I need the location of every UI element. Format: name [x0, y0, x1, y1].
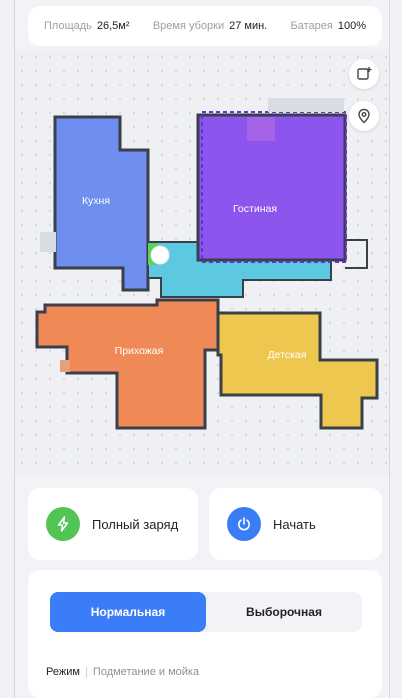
lightning-icon	[57, 516, 69, 532]
living-inner-zone	[247, 117, 275, 141]
mode-key: Режим	[46, 666, 80, 678]
start-button[interactable]: Начать	[209, 488, 382, 560]
time-value: 27 мин.	[229, 20, 268, 32]
room-label-hallway: Прихожая	[115, 345, 164, 357]
room-label-living: Гостиная	[233, 203, 277, 215]
time-label: Время уборки	[152, 20, 225, 32]
add-zone-button[interactable]	[349, 59, 379, 89]
room-label-kids: Детская	[268, 349, 307, 361]
living-top-grey	[268, 98, 344, 112]
mode-segmented-control: Нормальная Выборочная	[50, 592, 362, 632]
room-kids[interactable]	[216, 311, 379, 430]
time-stat: Время уборки 27 мин.	[153, 20, 267, 32]
mode-divider	[85, 666, 87, 678]
mode-value: Подметание и мойка	[92, 666, 200, 678]
location-pin-icon	[358, 108, 370, 124]
power-icon	[227, 507, 261, 541]
locate-button[interactable]	[349, 101, 379, 131]
tab-selective[interactable]: Выборочная	[206, 592, 362, 632]
cleaning-map[interactable]: Кухня Гостиная Прихожая Детская	[15, 50, 389, 476]
kitchen-stub	[40, 232, 56, 252]
hallway-stub	[60, 360, 70, 372]
add-zone-icon	[357, 67, 372, 80]
battery-value: 100%	[337, 20, 366, 32]
room-label-kitchen: Кухня	[82, 195, 110, 207]
floor-plan: Кухня Гостиная Прихожая Детская	[35, 98, 379, 430]
area-value: 26,5м²	[96, 20, 130, 32]
full-charge-button[interactable]: Полный заряд	[28, 488, 198, 560]
battery-label: Батарея	[290, 20, 333, 32]
mode-row[interactable]: Режим Подметание и мойка	[46, 666, 199, 678]
full-charge-label: Полный заряд	[92, 516, 179, 532]
living-right-notch	[345, 239, 368, 269]
tab-normal[interactable]: Нормальная	[50, 592, 206, 632]
power-symbol-icon	[238, 517, 250, 531]
start-label: Начать	[273, 516, 316, 532]
area-stat: Площадь 26,5м²	[44, 20, 130, 32]
area-label: Площадь	[44, 20, 92, 32]
mode-card: Нормальная Выборочная Режим Подметание и…	[28, 570, 382, 698]
robot-marker[interactable]	[150, 245, 170, 265]
battery-stat: Батарея 100%	[291, 20, 366, 32]
stats-bar: Площадь 26,5м² Время уборки 27 мин. Бата…	[28, 6, 382, 46]
charge-icon	[46, 507, 80, 541]
